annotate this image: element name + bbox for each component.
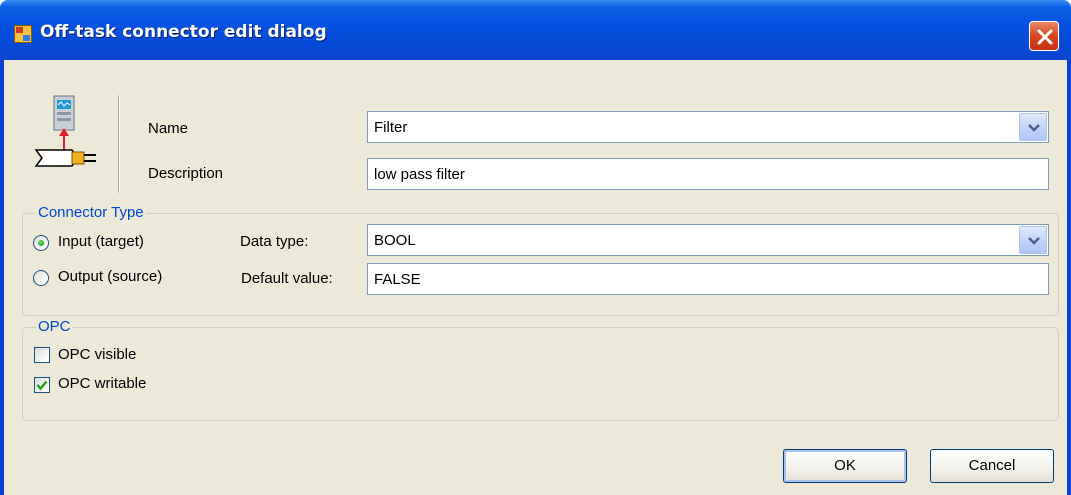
data-type-combobox[interactable]: BOOL <box>367 224 1049 256</box>
chevron-down-icon <box>1028 124 1040 132</box>
dialog-window: Off-task connector edit dialog Name Filt… <box>0 0 1071 495</box>
input-radio[interactable] <box>33 235 49 251</box>
ok-button[interactable]: OK <box>783 449 907 483</box>
opc-writable-checkbox[interactable] <box>34 377 50 393</box>
close-icon <box>1037 29 1053 45</box>
opc-writable-label[interactable]: OPC writable <box>58 375 146 392</box>
opc-visible-checkbox[interactable] <box>34 347 50 363</box>
data-type-dropdown-button[interactable] <box>1019 226 1047 254</box>
data-type-label: Data type: <box>240 233 309 250</box>
close-button[interactable] <box>1029 21 1059 51</box>
description-field[interactable]: low pass filter <box>367 158 1049 190</box>
dialog-body: Name Filter Description low pass filter … <box>4 60 1067 495</box>
description-label: Description <box>148 165 224 182</box>
opc-group-label: OPC <box>36 318 73 335</box>
name-combobox[interactable]: Filter <box>367 111 1049 143</box>
name-value: Filter <box>374 119 408 136</box>
data-type-value: BOOL <box>374 232 416 249</box>
cancel-button[interactable]: Cancel <box>930 449 1054 483</box>
connector-type-group-label: Connector Type <box>36 204 146 221</box>
default-value-value: FALSE <box>374 271 421 288</box>
connector-icon <box>34 95 96 167</box>
check-icon <box>36 380 48 391</box>
title-bar[interactable]: Off-task connector edit dialog <box>0 0 1071 60</box>
dialog-title: Off-task connector edit dialog <box>40 22 327 42</box>
name-label: Name <box>148 120 189 137</box>
opc-visible-label[interactable]: OPC visible <box>58 346 136 363</box>
chevron-down-icon <box>1028 237 1040 245</box>
output-radio-label[interactable]: Output (source) <box>58 268 162 285</box>
description-value: low pass filter <box>374 166 465 183</box>
opc-group <box>22 327 1059 421</box>
input-radio-label[interactable]: Input (target) <box>58 233 144 250</box>
default-value-label: Default value: <box>241 270 333 287</box>
app-window-icon <box>14 25 32 43</box>
icon-separator <box>118 95 120 193</box>
default-value-field[interactable]: FALSE <box>367 263 1049 295</box>
output-radio[interactable] <box>33 270 49 286</box>
name-dropdown-button[interactable] <box>1019 113 1047 141</box>
